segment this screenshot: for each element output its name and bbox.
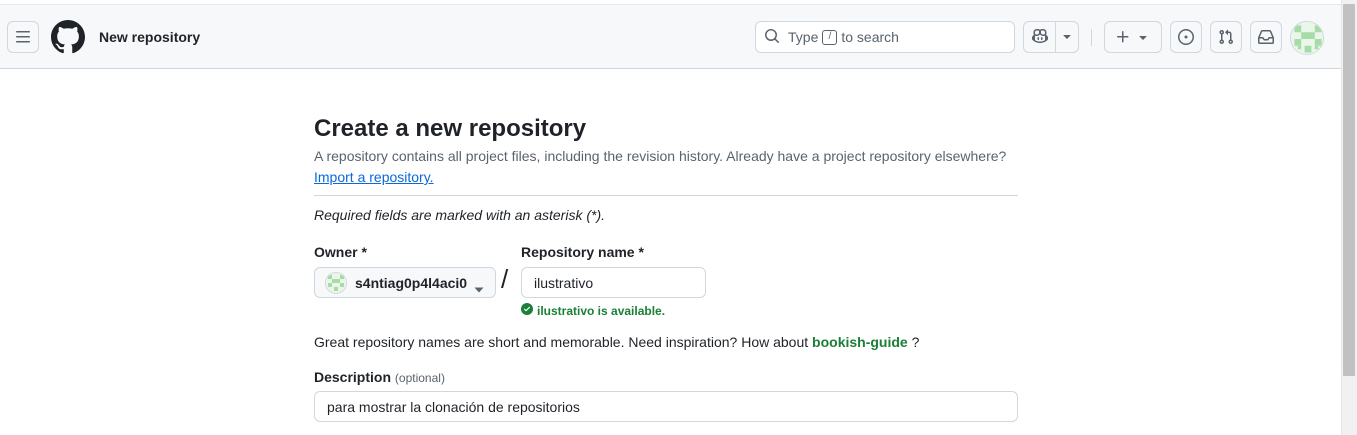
pull-requests-button[interactable] xyxy=(1210,21,1242,53)
copilot-button-group xyxy=(1023,21,1079,53)
scrollbar-thumb[interactable] xyxy=(1343,4,1355,376)
repository-name-input[interactable] xyxy=(521,267,706,298)
plus-icon xyxy=(1115,29,1131,45)
triangle-down-icon xyxy=(1135,29,1151,45)
suggested-name-button[interactable]: bookish-guide xyxy=(812,334,908,350)
create-new-button[interactable] xyxy=(1104,21,1162,53)
context-title[interactable]: New repository xyxy=(99,29,200,45)
import-repository-link[interactable]: Import a repository. xyxy=(314,169,434,185)
copilot-menu-button[interactable] xyxy=(1056,22,1078,52)
repository-name-label: Repository name * xyxy=(521,244,644,260)
user-avatar[interactable] xyxy=(1290,21,1324,55)
required-fields-note: Required fields are marked with an aster… xyxy=(314,207,606,223)
owner-avatar xyxy=(325,271,347,294)
git-pull-request-icon xyxy=(1218,29,1234,45)
owner-name: s4ntiag0p4l4aci0 xyxy=(355,274,468,291)
header-divider xyxy=(1091,29,1092,46)
owner-label: Owner * xyxy=(314,244,367,260)
page-title: Create a new repository xyxy=(314,115,587,142)
inspiration-text: Great repository names are short and mem… xyxy=(314,334,809,350)
description-label: Description (optional) xyxy=(314,369,445,385)
issues-button[interactable] xyxy=(1170,21,1202,53)
inbox-icon xyxy=(1258,29,1274,45)
page-subtitle: A repository contains all project files,… xyxy=(314,148,1007,164)
availability-text: ilustrativo is available. xyxy=(537,303,666,318)
owner-select[interactable]: s4ntiag0p4l4aci0 xyxy=(314,267,496,298)
global-header: New repository Type / to search xyxy=(0,5,1341,69)
search-placeholder-suffix: to search xyxy=(841,29,899,45)
issue-opened-icon xyxy=(1178,29,1194,45)
copilot-button[interactable] xyxy=(1024,22,1057,52)
name-inspiration: Great repository names are short and mem… xyxy=(314,334,919,350)
open-global-nav-button[interactable] xyxy=(7,21,39,53)
description-input[interactable] xyxy=(314,391,1018,422)
hamburger-icon xyxy=(15,29,31,45)
search-icon xyxy=(764,28,780,47)
inbox-button[interactable] xyxy=(1250,21,1282,53)
triangle-down-icon xyxy=(1059,28,1075,47)
optional-tag: (optional) xyxy=(394,371,445,385)
section-divider xyxy=(314,195,1018,196)
triangle-down-icon xyxy=(474,280,484,296)
search-input[interactable]: Type / to search xyxy=(755,21,1015,53)
search-shortcut-key: / xyxy=(822,29,838,45)
search-placeholder-prefix: Type xyxy=(788,29,819,45)
copilot-icon xyxy=(1031,28,1048,47)
availability-message: ilustrativo is available. xyxy=(521,303,665,318)
inspiration-end: ? xyxy=(911,334,920,350)
owner-repo-separator: / xyxy=(501,264,509,294)
description-label-text: Description xyxy=(314,369,392,385)
github-logo-icon[interactable] xyxy=(51,20,85,54)
check-circle-fill-icon xyxy=(521,303,537,318)
